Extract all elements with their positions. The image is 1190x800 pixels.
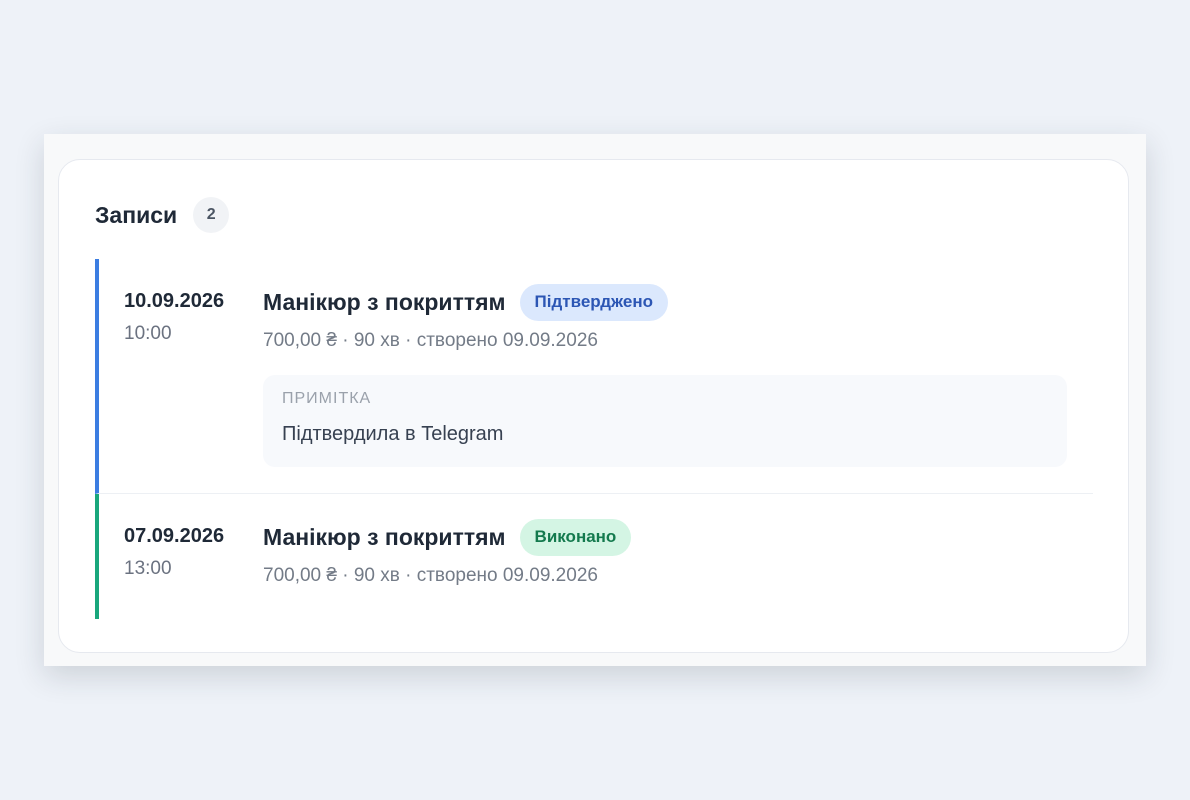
- note-text: Підтвердила в Telegram: [282, 423, 504, 445]
- records-count-badge: 2: [193, 197, 230, 233]
- card-title: Записи: [95, 201, 178, 228]
- record-service: Манікюр з покриттям: [263, 523, 506, 550]
- record-date: 10.09.2026: [124, 290, 225, 312]
- record-meta: 700,00 ₴ · 90 хв · створено 09.09.2026: [263, 330, 598, 351]
- screenshot-frame: Записи 2 10.09.2026 10:00 Манікюр з покр…: [44, 134, 1146, 666]
- record-row[interactable]: 07.09.2026 13:00 Манікюр з покриттям Вик…: [95, 494, 1093, 619]
- record-title-line: Манікюр з покриттям Виконано: [263, 518, 1093, 556]
- record-datetime: 07.09.2026 13:00: [99, 494, 263, 619]
- record-datetime: 10.09.2026 10:00: [99, 259, 263, 493]
- record-body: Манікюр з покриттям Виконано 700,00 ₴ · …: [263, 494, 1093, 619]
- record-meta: 700,00 ₴ · 90 хв · створено 09.09.2026: [263, 565, 598, 586]
- status-badge-confirmed: Підтверджено: [519, 283, 668, 321]
- records-card: Записи 2 10.09.2026 10:00 Манікюр з покр…: [58, 159, 1129, 653]
- card-header: Записи 2: [95, 196, 230, 234]
- record-time: 13:00: [124, 558, 172, 579]
- record-row[interactable]: 10.09.2026 10:00 Манікюр з покриттям Під…: [95, 259, 1093, 494]
- record-title-line: Манікюр з покриттям Підтверджено: [263, 283, 1093, 321]
- record-date: 07.09.2026: [124, 525, 225, 547]
- note-label: ПРИМІТКА: [282, 390, 372, 407]
- record-note: ПРИМІТКА Підтвердила в Telegram: [263, 375, 1067, 467]
- status-badge-done: Виконано: [519, 518, 632, 556]
- records-list: 10.09.2026 10:00 Манікюр з покриттям Під…: [95, 259, 1093, 619]
- record-service: Манікюр з покриттям: [263, 288, 506, 315]
- record-body: Манікюр з покриттям Підтверджено 700,00 …: [263, 259, 1093, 493]
- record-time: 10:00: [124, 323, 172, 344]
